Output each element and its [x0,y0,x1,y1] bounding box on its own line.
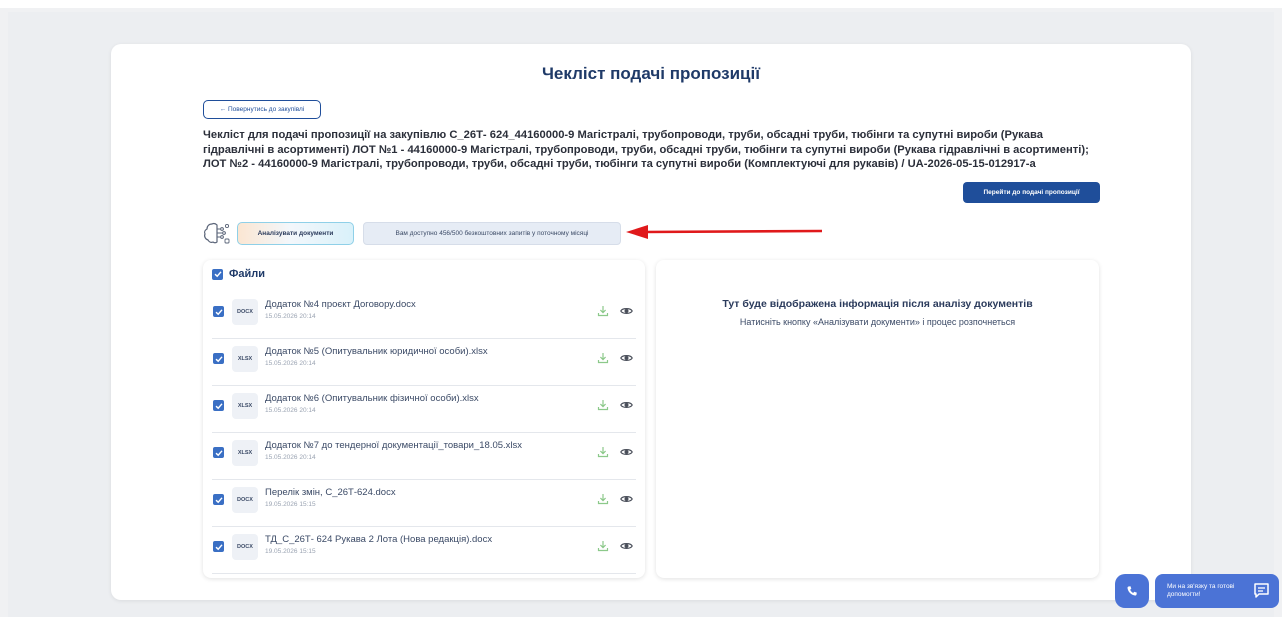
download-icon[interactable] [597,399,609,411]
download-icon[interactable] [597,446,609,458]
check-icon [215,543,223,550]
checklist-card: Чекліст подачі пропозиції ← Повернутись … [111,44,1191,600]
help-widget-text: Ми на зв'язку та готові допомогти! [1167,583,1235,598]
select-all-files-checkbox[interactable] [212,268,223,280]
analysis-info-text: Натисніть кнопку «Аналізувати документи»… [739,317,1016,327]
check-icon [215,496,223,503]
check-icon [215,355,223,362]
file-type-badge: XLSX [232,440,258,466]
check-icon [215,402,223,409]
call-button[interactable] [1115,574,1149,608]
file-name[interactable]: Додаток №7 до тендерної документації_тов… [265,440,522,451]
file-checkbox[interactable] [213,306,224,317]
file-checkbox[interactable] [213,353,224,364]
file-row: DOCX Перелік змін, С_26Т-624.docx 19.05.20… [212,480,636,527]
analysis-info-panel: Тут буде відображена інформація після ан… [656,260,1099,578]
file-type-badge: XLSX [232,393,258,419]
eye-icon[interactable] [620,352,633,364]
eye-icon[interactable] [620,399,633,411]
file-name[interactable]: Додаток №6 (Опитувальник фізичної особи)… [265,393,479,404]
ai-brain-icon [204,222,230,244]
file-row: XLSX Додаток №6 (Опитувальник фізичної ос… [212,386,636,433]
file-date: 15.05.2026 20:14 [265,407,316,414]
phone-icon [1127,586,1137,596]
file-date: 15.05.2026 20:14 [265,360,316,367]
file-type-badge: DOCX [232,299,258,325]
file-row: XLSX Додаток №7 до тендерної документації… [212,433,636,480]
annotation-arrow [626,225,823,239]
analyze-documents-button[interactable]: Аналізувати документи [237,222,354,245]
download-icon[interactable] [597,540,609,552]
file-name[interactable]: ТД_С_26Т- 624 Рукава 2 Лота (Нова редакц… [265,534,492,545]
download-icon[interactable] [597,493,609,505]
file-name[interactable]: Додаток №5 (Опитувальник юридичної особи… [265,346,488,357]
files-title: Файли [229,268,266,280]
download-icon[interactable] [597,305,609,317]
eye-icon[interactable] [620,446,633,458]
file-checkbox[interactable] [213,447,224,458]
file-type-badge: DOCX [232,487,258,513]
eye-icon[interactable] [620,493,633,505]
file-checkbox[interactable] [213,494,224,505]
file-row: XLSX Додаток №5 (Опитувальник юридичної о… [212,339,636,386]
file-type-badge: DOCX [232,534,258,560]
file-date: 15.05.2026 20:14 [265,454,316,461]
eye-icon[interactable] [620,540,633,552]
file-row: DOCX ТД_С_26Т- 624 Рукава 2 Лота (Нова ре… [212,527,636,574]
file-date: 19.05.2026 15:15 [265,548,316,555]
free-requests-quota-badge: Вам доступно 456/500 безкоштовних запиті… [363,222,621,245]
check-icon [215,449,223,456]
download-icon[interactable] [597,352,609,364]
chat-icon [1254,583,1269,598]
procurement-description: Чекліст для подачі пропозиції на закупів… [203,129,1089,170]
page-title: Чекліст подачі пропозиції [541,64,761,83]
files-panel: Файли DOCX Додаток №4 проєкт Договору.doc… [203,260,645,578]
file-name[interactable]: Додаток №4 проєкт Договору.docx [265,299,416,310]
file-checkbox[interactable] [213,400,224,411]
files-header: Файли [212,267,265,281]
go-to-submission-button[interactable]: Перейти до подачі пропозиції [963,182,1100,203]
file-checkbox[interactable] [213,541,224,552]
top-bar [0,0,1282,8]
eye-icon[interactable] [620,305,633,317]
check-icon [215,308,223,315]
file-date: 19.05.2026 15:15 [265,501,316,508]
file-type-badge: XLSX [232,346,258,372]
file-name[interactable]: Перелік змін, С_26Т-624.docx [265,487,396,498]
analysis-info-title: Тут буде відображена інформація після ан… [722,298,1033,310]
file-date: 15.05.2026 20:14 [265,313,316,320]
check-icon [214,271,222,278]
help-chat-widget[interactable]: Ми на зв'язку та готові допомогти! [1155,574,1279,608]
back-to-procurement-button[interactable]: ← Повернутись до закупівлі [203,100,321,119]
file-row: DOCX Додаток №4 проєкт Договору.docx 15.05… [212,292,636,339]
